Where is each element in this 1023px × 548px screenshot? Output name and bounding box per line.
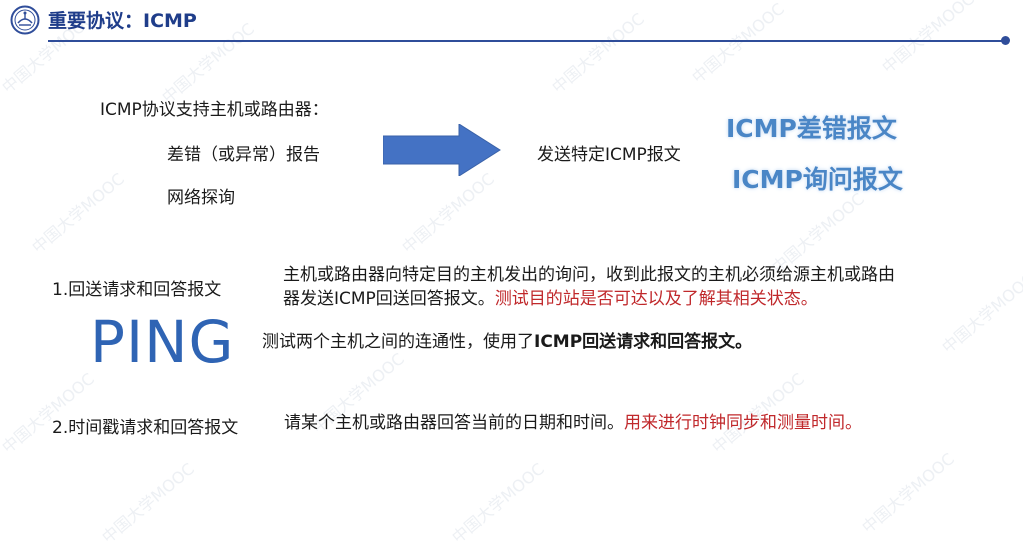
watermark: 中国大学MOOC <box>448 459 548 548</box>
section2-desc-highlight: 用来进行时钟同步和测量时间。 <box>624 413 862 433</box>
section2-description: 请某个主机或路由器回答当前的日期和时间。用来进行时钟同步和测量时间。 <box>284 411 862 435</box>
section1-desc-line1: 主机或路由器向特定目的主机发出的询问，收到此报文的主机必须给源主机或路由 <box>283 265 895 285</box>
ping-desc-bold: ICMP回送请求和回答报文。 <box>534 332 753 352</box>
icmp-query-message-label: ICMP询问报文 <box>732 165 903 194</box>
section1-label: 1.回送请求和回答报文 <box>52 280 222 300</box>
watermark: 中国大学MOOC <box>858 449 958 538</box>
intro-item-error-report: 差错（或异常）报告 <box>167 145 320 165</box>
section1-desc-highlight: 测试目的站是否可达以及了解其相关状态。 <box>494 289 818 309</box>
intro-item-network-probe: 网络探询 <box>167 188 235 208</box>
icmp-error-message-label: ICMP差错报文 <box>726 114 897 143</box>
header-divider <box>48 40 1005 42</box>
ping-desc-normal: 测试两个主机之间的连通性，使用了 <box>262 332 534 352</box>
ping-title: PING <box>90 308 235 376</box>
watermark: 中国大学MOOC <box>878 0 978 78</box>
intro-lead: ICMP协议支持主机或路由器： <box>100 100 329 120</box>
university-emblem-icon <box>10 5 40 35</box>
ping-description: 测试两个主机之间的连通性，使用了ICMP回送请求和回答报文。 <box>262 330 752 354</box>
section1-description: 主机或路由器向特定目的主机发出的询问，收到此报文的主机必须给源主机或路由 器发送… <box>283 263 1003 311</box>
watermark: 中国大学MOOC <box>548 9 648 98</box>
intro-result: 发送特定ICMP报文 <box>537 145 681 165</box>
right-arrow-icon <box>382 123 501 177</box>
watermark: 中国大学MOOC <box>28 169 128 258</box>
page-title: 重要协议：ICMP <box>48 10 197 32</box>
watermark: 中国大学MOOC <box>0 369 98 458</box>
section1-desc-normal: 器发送ICMP回送回答报文。 <box>283 289 495 309</box>
watermark: 中国大学MOOC <box>688 0 788 88</box>
watermark: 中国大学MOOC <box>98 459 198 548</box>
section2-desc-normal: 请某个主机或路由器回答当前的日期和时间。 <box>284 413 624 433</box>
section2-label: 2.时间戳请求和回答报文 <box>52 418 239 438</box>
watermark: 中国大学MOOC <box>398 169 498 258</box>
header-divider-dot <box>1001 36 1010 45</box>
section1-desc-line2: 器发送ICMP回送回答报文。测试目的站是否可达以及了解其相关状态。 <box>283 287 1003 311</box>
